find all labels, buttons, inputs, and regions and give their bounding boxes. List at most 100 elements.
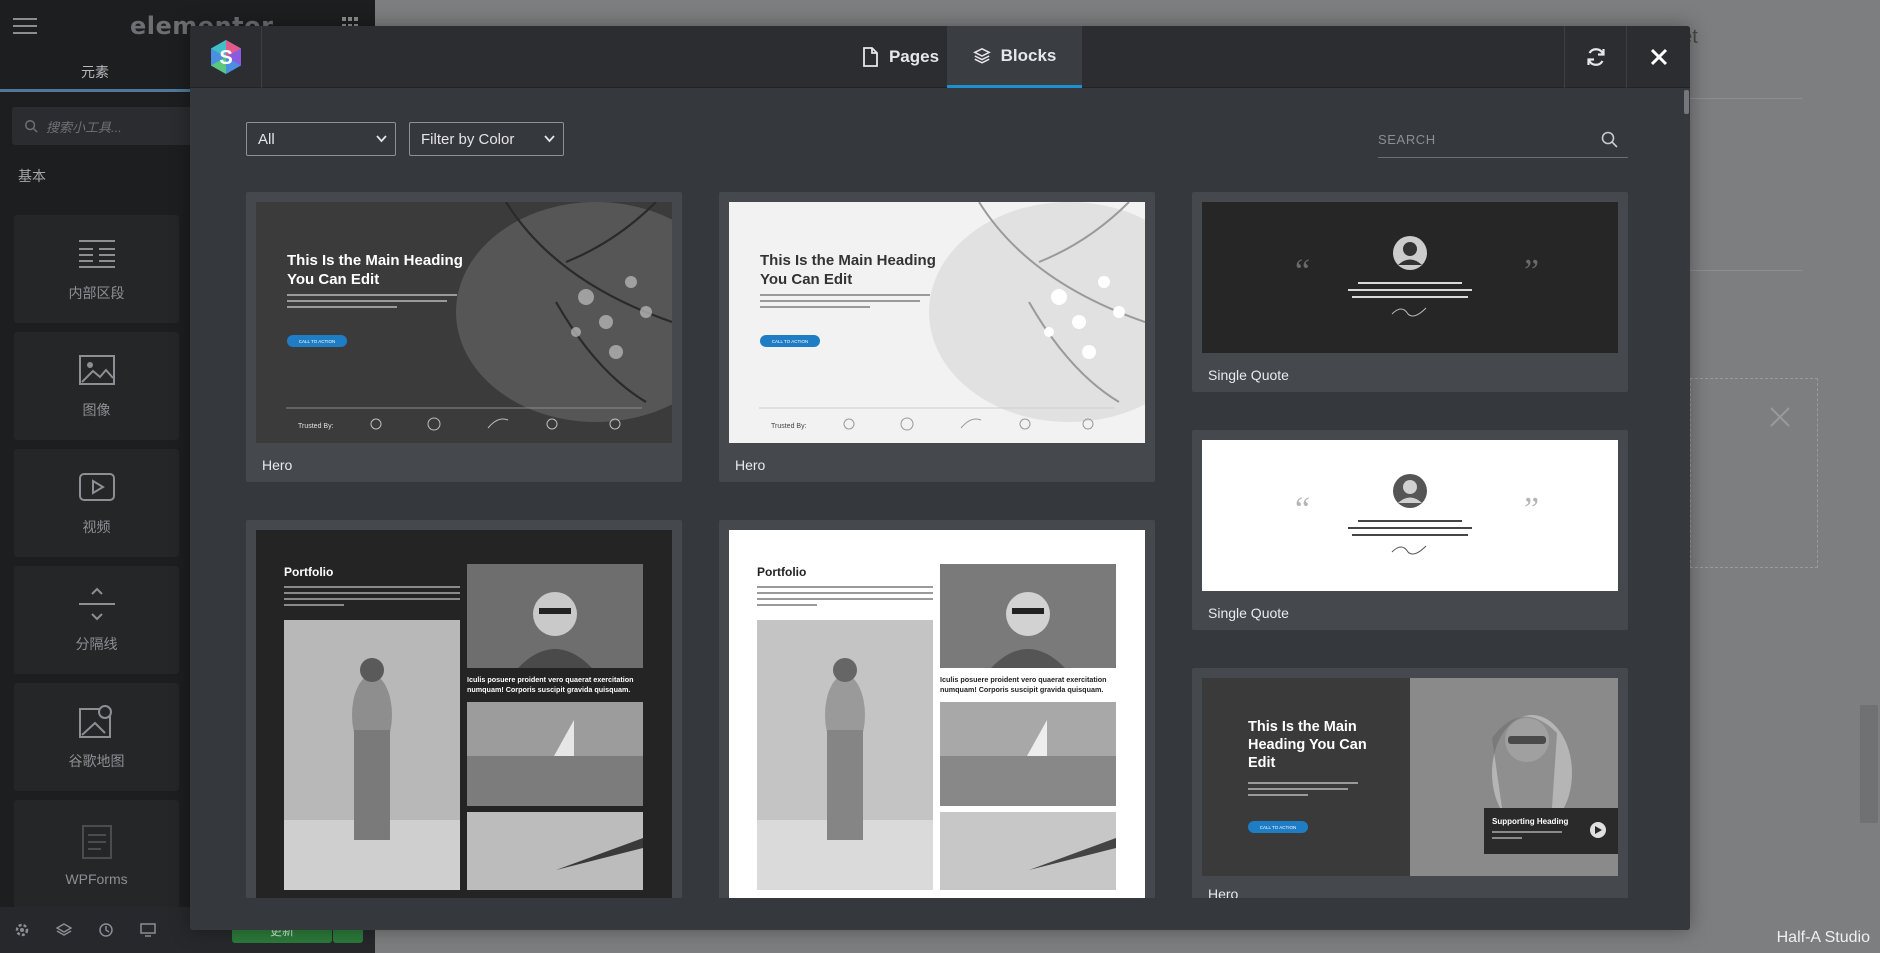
template-card[interactable]: “ ” Single Quote — [1192, 430, 1628, 630]
template-thumbnail: “ ” — [1202, 440, 1618, 591]
hero-heading-line2: Heading You Can — [1248, 737, 1367, 753]
hero-heading-line1: This Is the Main Heading — [287, 252, 463, 269]
svg-text:S: S — [219, 47, 232, 69]
template-card[interactable]: This Is the Main Heading You Can Edit CA… — [719, 192, 1155, 482]
widget-video[interactable]: 视频 — [14, 449, 179, 557]
widget-search-input[interactable]: 搜索小工具... — [12, 107, 212, 145]
hero-cta: CALL TO ACTION — [1260, 825, 1296, 830]
divider-icon — [78, 587, 115, 621]
template-card[interactable]: Portfolio Iculis posuere proident vero q… — [246, 520, 682, 930]
modal-scrollbar[interactable] — [1684, 90, 1689, 114]
hero-heading-line1: This Is the Main Heading — [760, 252, 936, 269]
brand-logo-icon: S — [210, 40, 241, 74]
tab-blocks[interactable]: Blocks — [947, 26, 1082, 88]
hero-heading-line2: You Can Edit — [760, 271, 852, 288]
hero-split-thumbnail: Supporting Heading This Is the Main Head… — [1202, 678, 1618, 876]
category-filter-select[interactable]: All — [246, 122, 396, 156]
close-icon — [1650, 48, 1667, 66]
template-card[interactable]: Supporting Heading This Is the Main Head… — [1192, 668, 1628, 930]
search-icon — [25, 120, 38, 133]
portfolio-light-thumbnail: Portfolio Iculis posuere proident vero q… — [729, 530, 1145, 930]
tab-blocks-label: Blocks — [1000, 45, 1057, 65]
quote-dark-thumbnail: “ ” — [1202, 202, 1618, 353]
widget-divider[interactable]: 分隔线 — [14, 566, 179, 674]
widget-google-maps[interactable]: 谷歌地图 — [14, 683, 179, 791]
modal-header: S Pages Blocks — [190, 26, 1690, 88]
svg-text:”: ” — [1524, 253, 1539, 290]
widget-wpforms[interactable]: WPForms — [14, 800, 179, 910]
hero-trusted-label: Trusted By: — [771, 423, 807, 430]
category-filter-value: All — [258, 130, 275, 148]
hero-heading-line3: Edit — [1248, 755, 1276, 771]
modal-bottom-edge — [190, 898, 1690, 930]
template-thumbnail: “ ” — [1202, 202, 1618, 353]
preview-empty-section — [1690, 378, 1818, 568]
hero-heading-line1: This Is the Main — [1248, 719, 1357, 735]
portfolio-caption-line1: Iculis posuere proident vero quaerat exe… — [940, 675, 1107, 684]
widget-image[interactable]: 图像 — [14, 332, 179, 440]
template-thumbnail: Supporting Heading This Is the Main Head… — [1202, 678, 1618, 876]
portfolio-dark-thumbnail: Portfolio Iculis posuere proident vero q… — [256, 530, 672, 930]
svg-text:“: “ — [1295, 491, 1310, 528]
color-filter-select[interactable]: Filter by Color — [409, 122, 564, 156]
template-card[interactable]: This Is the Main Heading You Can Edit CA… — [246, 192, 682, 482]
widget-label: 分隔线 — [75, 636, 118, 652]
layers-icon[interactable] — [56, 922, 72, 938]
portfolio-caption-line2: numquam! Corporis suscipit gravida quisq… — [940, 685, 1103, 694]
sync-button[interactable] — [1564, 26, 1626, 88]
template-search-input[interactable] — [1378, 132, 1578, 147]
widget-search-placeholder: 搜索小工具... — [46, 119, 122, 135]
wpforms-icon — [81, 825, 112, 859]
inner-section-icon — [78, 240, 115, 268]
template-search — [1378, 122, 1628, 158]
template-card-label: Hero — [262, 457, 293, 473]
settings-icon[interactable] — [14, 922, 30, 938]
video-icon — [78, 473, 115, 501]
hero-light-thumbnail: This Is the Main Heading You Can Edit CA… — [729, 202, 1145, 443]
sync-icon — [1586, 48, 1605, 66]
close-icon[interactable] — [1767, 404, 1793, 430]
tab-pages[interactable]: Pages — [840, 26, 960, 88]
category-heading: 基本 — [18, 168, 46, 184]
hero-supporting-heading: Supporting Heading — [1492, 817, 1569, 826]
hero-dark-thumbnail: This Is the Main Heading You Can Edit CA… — [256, 202, 672, 443]
hero-trusted-label: Trusted By: — [298, 423, 334, 430]
watermark: Half-A Studio — [1776, 929, 1870, 946]
history-icon[interactable] — [98, 922, 114, 938]
tab-pages-label: Pages — [888, 47, 940, 66]
template-thumbnail: Portfolio Iculis posuere proident vero q… — [256, 530, 672, 930]
widget-inner-section[interactable]: 内部区段 — [14, 215, 179, 323]
template-card-label: Single Quote — [1208, 367, 1289, 383]
portfolio-title: Portfolio — [757, 565, 806, 579]
preview-scrollbar[interactable] — [1860, 705, 1878, 823]
portfolio-title: Portfolio — [284, 565, 333, 579]
widget-label: 谷歌地图 — [68, 753, 125, 769]
layers-icon — [972, 47, 991, 64]
close-modal-button[interactable] — [1626, 26, 1690, 88]
hero-cta: CALL TO ACTION — [772, 339, 808, 344]
template-thumbnail: This Is the Main Heading You Can Edit CA… — [256, 202, 672, 443]
template-thumbnail: Portfolio Iculis posuere proident vero q… — [729, 530, 1145, 930]
responsive-desktop-icon[interactable] — [140, 922, 156, 938]
svg-text:”: ” — [1524, 491, 1539, 528]
hero-cta: CALL TO ACTION — [299, 339, 335, 344]
quote-light-thumbnail: “ ” — [1202, 440, 1618, 591]
tab-elements[interactable]: 元素 — [0, 54, 190, 92]
template-card[interactable]: “ ” Single Quote — [1192, 192, 1628, 392]
page-icon — [863, 47, 878, 67]
widget-label: WPForms — [65, 871, 128, 887]
template-thumbnail: This Is the Main Heading You Can Edit CA… — [729, 202, 1145, 443]
hero-heading-line2: You Can Edit — [287, 271, 379, 288]
template-card[interactable]: Portfolio Iculis posuere proident vero q… — [719, 520, 1155, 930]
color-filter-value: Filter by Color — [421, 130, 515, 148]
template-card-label: Single Quote — [1208, 605, 1289, 621]
template-card-label: Hero — [735, 457, 766, 473]
template-library-modal: S Pages Blocks All Filter by Color SEARC… — [190, 26, 1690, 930]
search-icon[interactable] — [1601, 131, 1618, 148]
hamburger-menu-icon[interactable] — [13, 18, 37, 36]
svg-text:“: “ — [1295, 253, 1310, 290]
widget-label: 图像 — [82, 402, 111, 418]
widget-label: 视频 — [82, 519, 111, 535]
chevron-down-icon — [376, 135, 387, 143]
map-icon — [78, 705, 112, 738]
